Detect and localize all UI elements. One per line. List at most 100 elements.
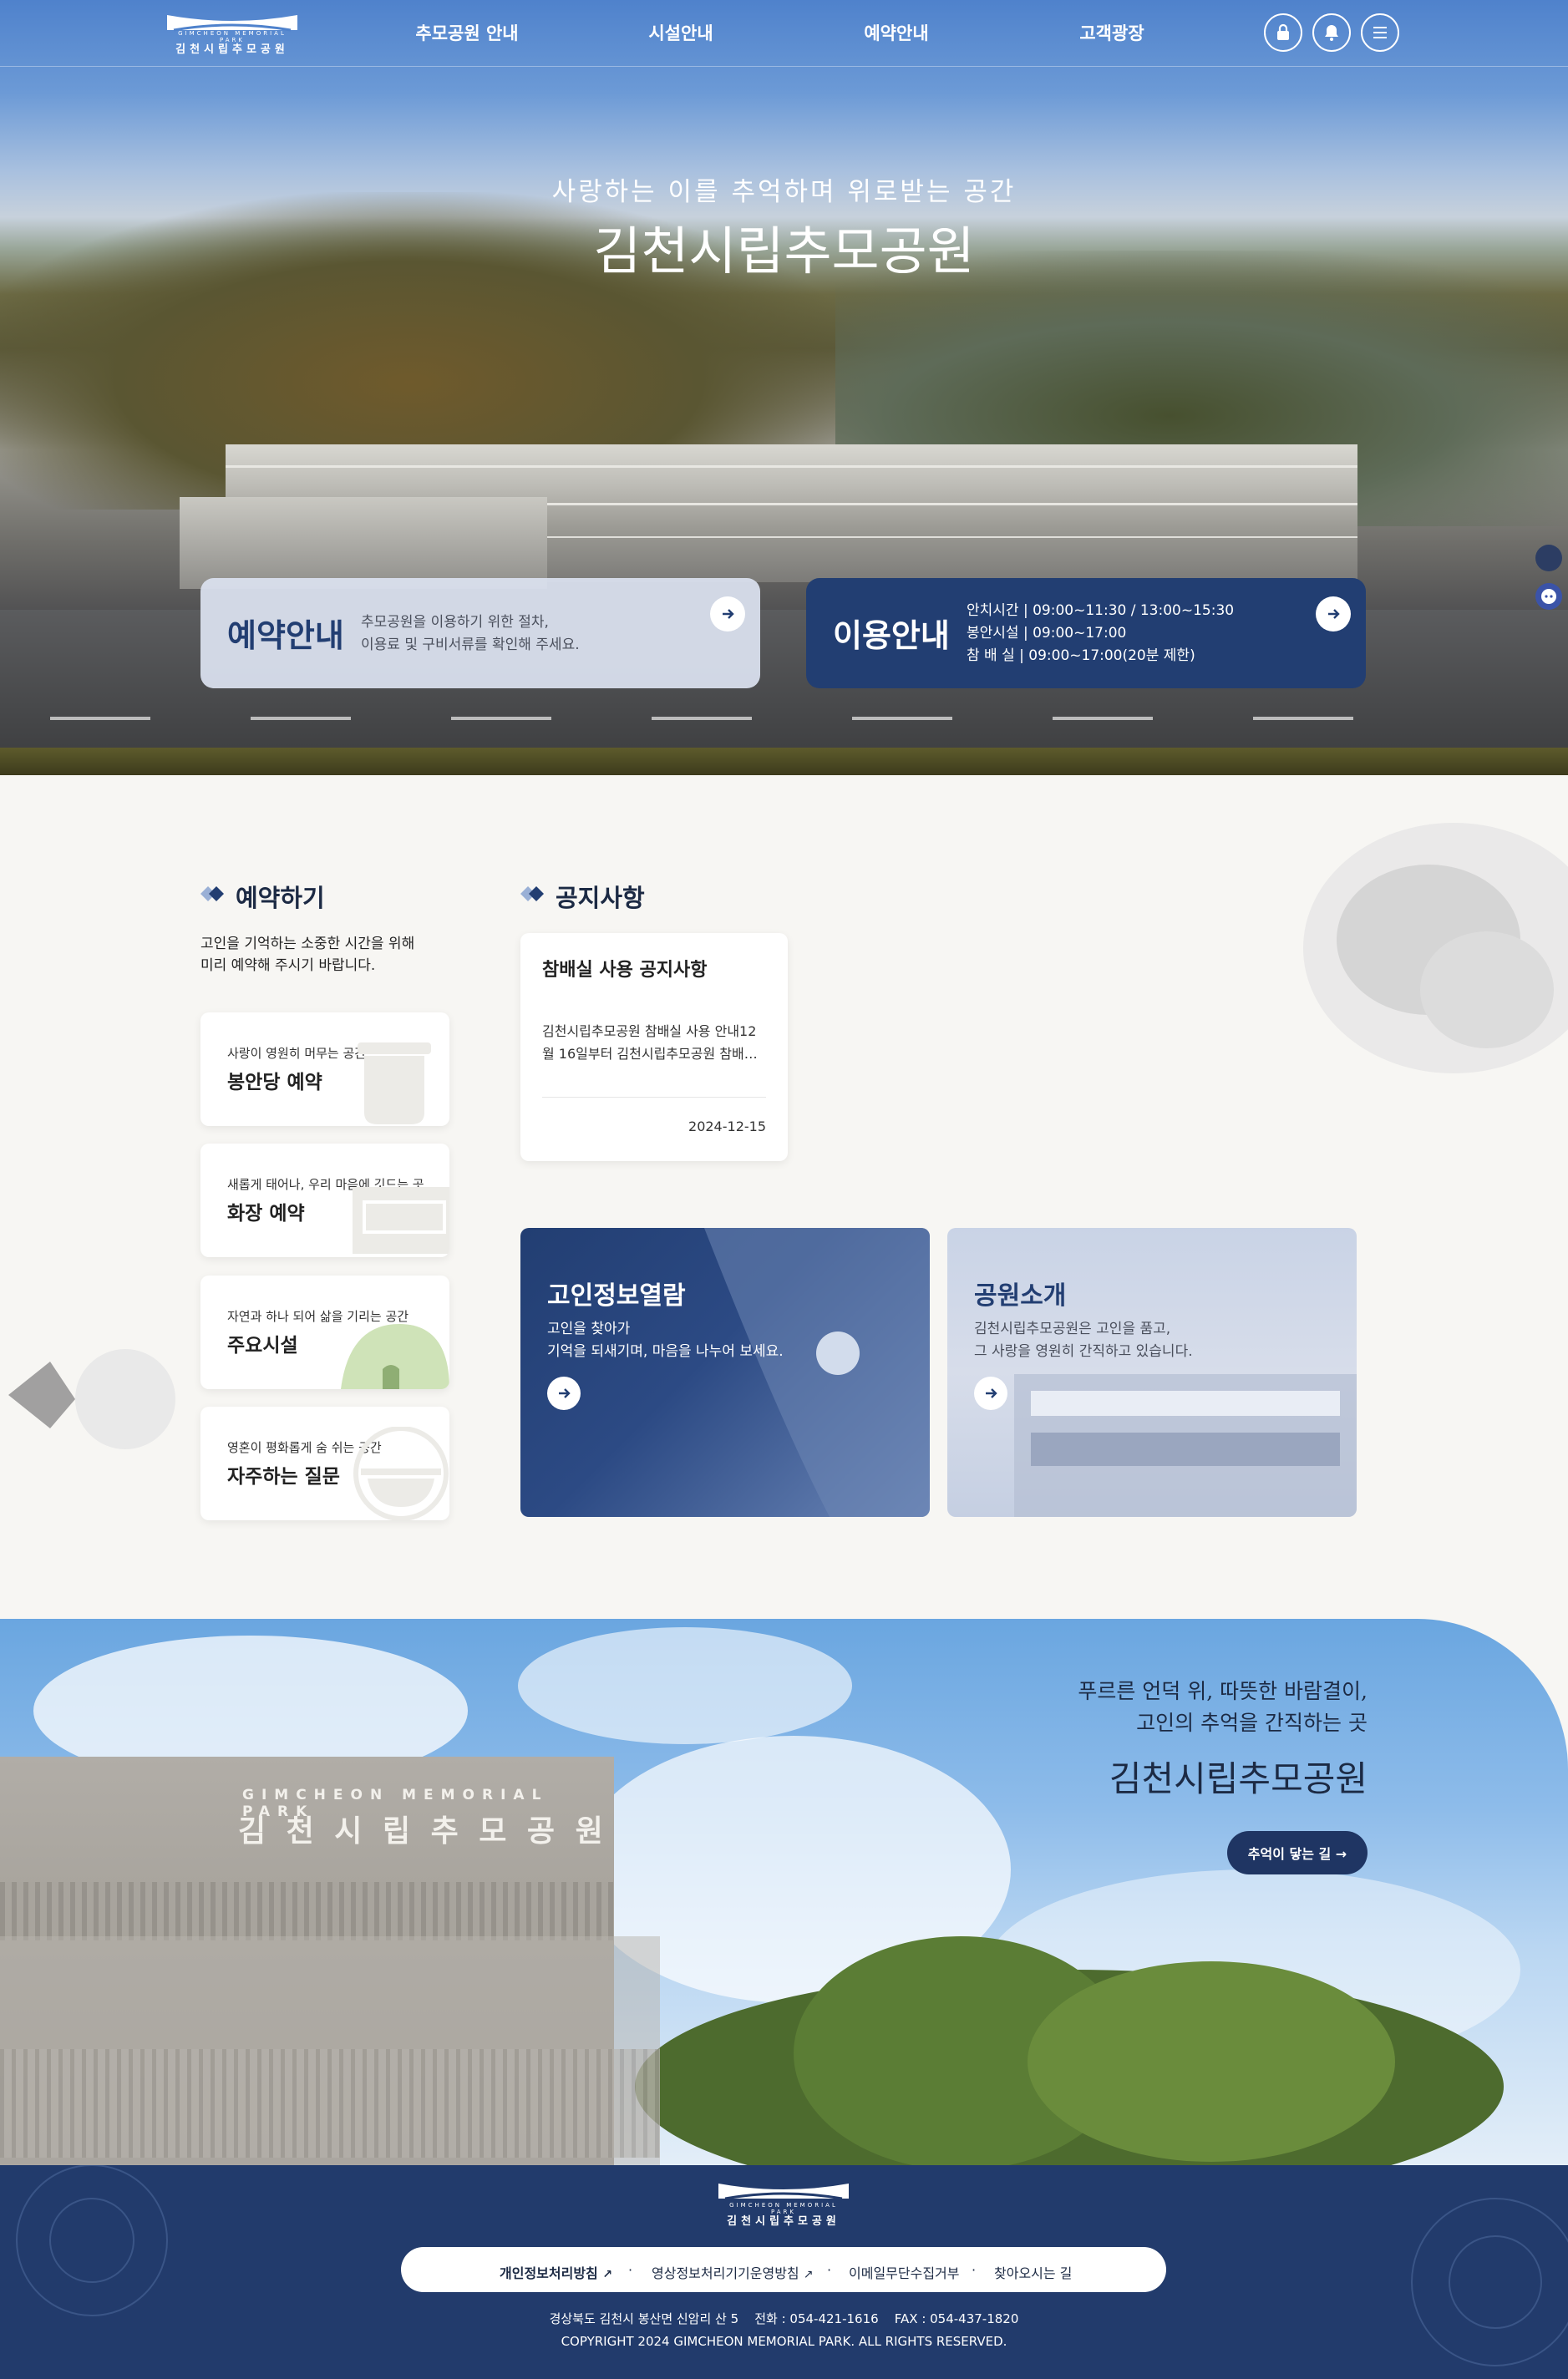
footer-cctv-policy-link[interactable]: 영상정보처리기기운영방침 ↗ (652, 2262, 813, 2282)
footer-copyright: COPYRIGHT 2024 GIMCHEON MEMORIAL PARK. A… (561, 2334, 1007, 2349)
reserve-card-sub: 사랑이 영원히 머무는 공간 (227, 1046, 367, 1061)
banner-cta-button[interactable]: 추억이 닿는 길 → (1227, 1831, 1368, 1874)
section-diamond-icon (520, 886, 544, 901)
reservation-guide-desc: 추모공원을 이용하기 위한 절차, 이용료 및 구비서류를 확인해 주세요. (361, 611, 580, 657)
footer-directions-link[interactable]: 찾아오시는 길 (994, 2262, 1072, 2282)
reserve-desc-line2: 미리 예약해 주시기 바랍니다. (200, 957, 376, 974)
footer-separator-dot: · (628, 2262, 633, 2278)
reserve-card-title: 자주하는 질문 (227, 1466, 340, 1488)
reserve-cremation-card[interactable]: 새롭게 태어나, 우리 마음에 깃드는 곳 화장 예약 (200, 1144, 449, 1257)
reserve-desc-line1: 고인을 기억하는 소중한 시간을 위해 (200, 936, 415, 952)
notice-body-line1: 김천시립추모공원 참배실 사용 안내12 (542, 1023, 757, 1039)
nav-reservation-guide[interactable]: 예약안내 (825, 20, 967, 45)
reserve-card-title: 봉안당 예약 (227, 1072, 322, 1093)
notice-body: 김천시립추모공원 참배실 사용 안내12 월 16일부터 김천시립추모공원 참배… (542, 1020, 758, 1065)
nav-customer-plaza[interactable]: 고객광장 (1041, 20, 1183, 45)
chatbot-icon (1541, 589, 1556, 604)
memorial-stone-image (704, 1228, 930, 1517)
footer-email-refusal-link[interactable]: 이메일무단수집거부 (849, 2262, 959, 2282)
cremation-icon (353, 1187, 449, 1254)
usage-hours-line1: 안치시간 | 09:00~11:30 / 13:00~15:30 (967, 602, 1235, 619)
notice-heading: 참배실 사용 공지사항 (542, 960, 708, 981)
nav-memorial-guide[interactable]: 추모공원 안내 (396, 20, 538, 45)
reserve-faq-card[interactable]: 영혼이 평화롭게 숨 쉬는 공간 자주하는 질문 (200, 1407, 449, 1520)
park-intro-desc: 김천시립추모공원은 고인을 품고, 그 사랑을 영원히 간직하고 있습니다. (974, 1318, 1193, 1363)
usage-guide-title: 이용안내 (833, 617, 950, 654)
hero-grass (0, 748, 1568, 775)
hero-title: 김천시립추모공원 (593, 221, 975, 282)
park-intro-desc-line2: 그 사랑을 영원히 간직하고 있습니다. (974, 1343, 1193, 1360)
bell-icon (1325, 25, 1338, 41)
footer-logo-korean: 김천시립추모공원 (727, 2215, 840, 2228)
park-intro-card[interactable]: 공원소개 김천시립추모공원은 고인을 품고, 그 사랑을 영원히 간직하고 있습… (947, 1228, 1357, 1517)
deceased-info-desc-line1: 고인을 찾아가 (547, 1321, 631, 1337)
arrow-right-icon (1328, 609, 1340, 619)
park-intro-desc-line1: 김천시립추모공원은 고인을 품고, (974, 1321, 1171, 1337)
reserve-card-title: 주요시설 (227, 1335, 298, 1357)
flower-decoration-left (8, 1349, 175, 1449)
hero-building-wing (180, 497, 547, 589)
nav-facility-guide[interactable]: 시설안내 (610, 20, 752, 45)
deceased-info-arrow-button[interactable] (547, 1377, 581, 1410)
section-diamond-icon (200, 886, 224, 901)
park-intro-arrow-button[interactable] (974, 1377, 1007, 1410)
lock-icon (1277, 23, 1289, 40)
email-refusal-link-label: 이메일무단수집거부 (849, 2265, 960, 2281)
building-sign-korean: 김 천 시 립 추 모 공 원 (238, 1814, 608, 1849)
logo-korean: 김천시립추모공원 (175, 43, 289, 56)
banner-caption: 푸르른 언덕 위, 따뜻한 바람결이, 고인의 추억을 간직하는 곳 (1078, 1676, 1368, 1739)
footer-separator-dot: · (972, 2262, 977, 2278)
deceased-info-desc-line2: 기억을 되새기며, 마음을 나누어 보세요. (547, 1343, 784, 1360)
arrow-right-icon (986, 1388, 997, 1398)
usage-guide-card[interactable]: 이용안내 안치시간 | 09:00~11:30 / 13:00~15:30 봉안… (806, 578, 1366, 688)
logo-mark-icon (718, 2184, 849, 2200)
reservation-guide-desc-line2: 이용료 및 구비서류를 확인해 주세요. (361, 637, 580, 653)
footer-separator-dot: · (827, 2262, 832, 2278)
menu-icon (1373, 27, 1387, 38)
external-arrow-icon: ↗ (602, 2268, 613, 2281)
hero-subtitle: 사랑하는 이를 추억하며 위로받는 공간 (551, 177, 1017, 207)
arrow-right-icon (559, 1388, 571, 1398)
footer-logo[interactable]: GIMCHEON MEMORIAL PARK 김천시립추모공원 (717, 2182, 850, 2229)
hero-section: GIMCHEON MEMORIAL PARK 김천시립추모공원 추모공원 안내 … (0, 0, 1568, 775)
banner-section: GIMCHEON MEMORIAL PARK 김 천 시 립 추 모 공 원 푸… (0, 1619, 1568, 2165)
footer-address: 경상북도 김천시 봉산면 신암리 산 5 전화 : 054-421-1616 F… (549, 2311, 1019, 2326)
mound-icon (341, 1324, 449, 1389)
reserve-section-desc: 고인을 기억하는 소중한 시간을 위해 미리 예약해 주시기 바랍니다. (200, 933, 414, 976)
notice-card[interactable]: 참배실 사용 공지사항 김천시립추모공원 참배실 사용 안내12 월 16일부터… (520, 933, 788, 1161)
bowl-icon (353, 1427, 449, 1520)
deceased-info-title: 고인정보열람 (547, 1281, 686, 1311)
urn-icon (358, 1042, 431, 1124)
cctv-policy-link-label: 영상정보처리기기운영방침 (652, 2265, 799, 2281)
site-logo[interactable]: GIMCHEON MEMORIAL PARK 김천시립추모공원 (165, 12, 299, 57)
reserve-facilities-card[interactable]: 자연과 하나 되어 삶을 기리는 공간 주요시설 (200, 1276, 449, 1389)
banner-caption-line2: 고인의 추억을 간직하는 곳 (1136, 1711, 1368, 1735)
external-arrow-icon: ↗ (803, 2268, 814, 2281)
park-building-image (1014, 1374, 1357, 1517)
banner-caption-line1: 푸르른 언덕 위, 따뜻한 바람결이, (1078, 1679, 1368, 1703)
banner-title: 김천시립추모공원 (1109, 1758, 1368, 1799)
usage-guide-arrow-button[interactable] (1316, 596, 1351, 632)
deceased-info-desc: 고인을 찾아가 기억을 되새기며, 마음을 나누어 보세요. (547, 1318, 784, 1363)
notice-divider (542, 1097, 766, 1098)
arrow-right-icon (723, 609, 734, 619)
reserve-card-title: 화장 예약 (227, 1203, 305, 1225)
side-accessibility-button[interactable] (1535, 545, 1562, 571)
notification-button[interactable] (1312, 13, 1351, 52)
usage-hours-line2: 봉안시설 | 09:00~17:00 (967, 625, 1127, 642)
usage-guide-hours: 안치시간 | 09:00~11:30 / 13:00~15:30 봉안시설 | … (967, 600, 1234, 667)
reservation-guide-card[interactable]: 예약안내 추모공원을 이용하기 위한 절차, 이용료 및 구비서류를 확인해 주… (200, 578, 760, 688)
notice-section-title: 공지사항 (556, 884, 645, 912)
deceased-info-card[interactable]: 고인정보열람 고인을 찾아가 기억을 되새기며, 마음을 나누어 보세요. (520, 1228, 930, 1517)
login-button[interactable] (1264, 13, 1302, 52)
park-intro-title: 공원소개 (974, 1281, 1067, 1311)
reservation-guide-title: 예약안내 (227, 617, 344, 654)
directions-link-label: 찾아오시는 길 (994, 2265, 1073, 2281)
side-chatbot-button[interactable] (1535, 583, 1562, 610)
footer-privacy-link[interactable]: 개인정보처리방침 ↗ (500, 2262, 612, 2282)
reservation-guide-desc-line1: 추모공원을 이용하기 위한 절차, (361, 614, 549, 631)
reservation-guide-arrow-button[interactable] (710, 596, 745, 632)
menu-button[interactable] (1361, 13, 1399, 52)
banner-building-lower (0, 1936, 660, 2165)
reserve-enshrinement-card[interactable]: 사랑이 영원히 머무는 공간 봉안당 예약 (200, 1012, 449, 1126)
